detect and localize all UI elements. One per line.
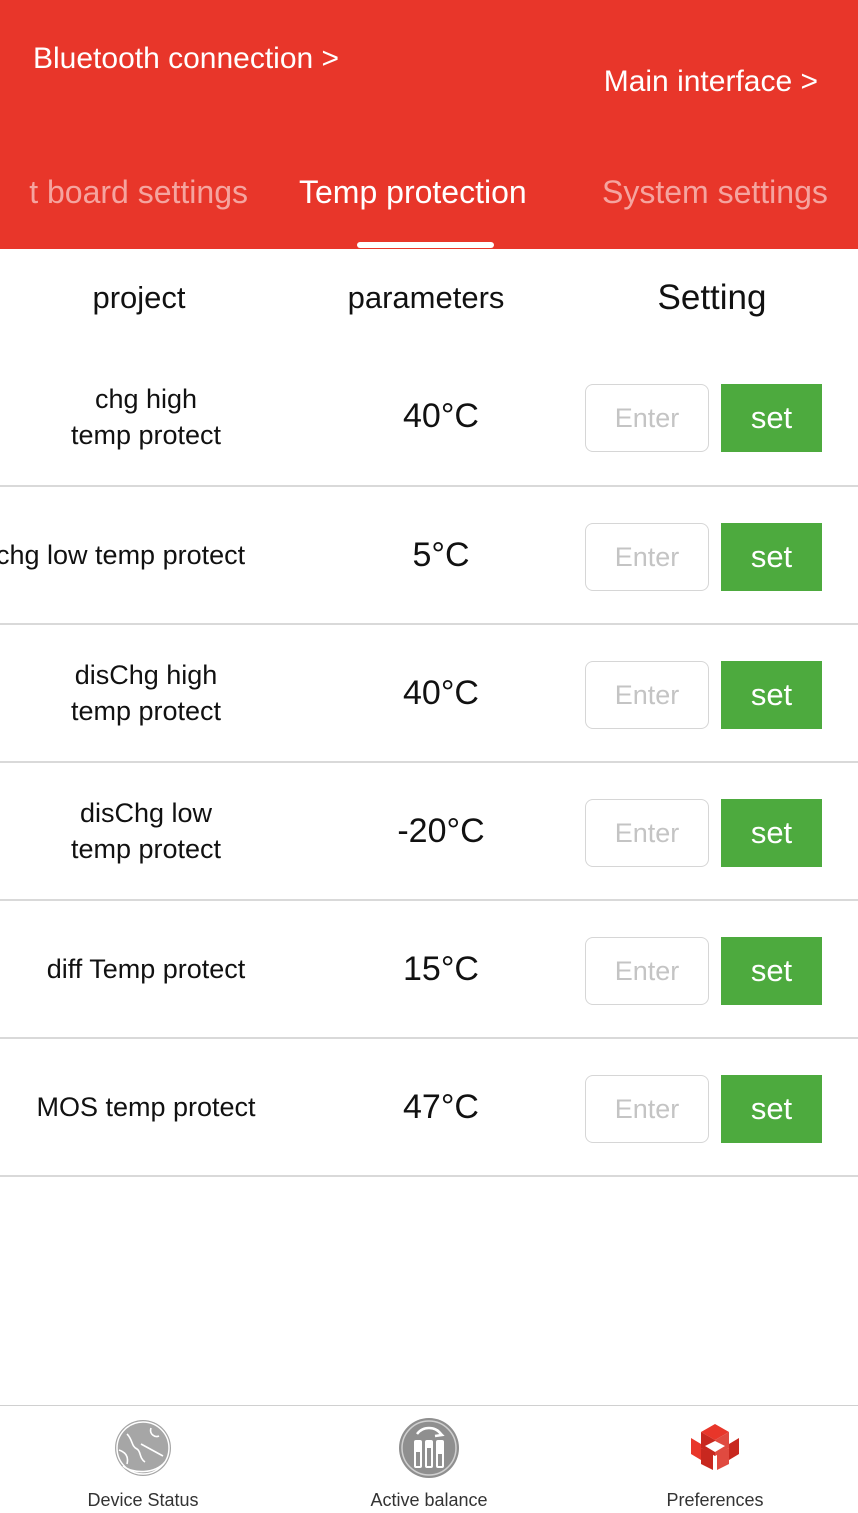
row-value: 40°C [403, 397, 479, 435]
row-label: MOS temp protect [36, 1092, 256, 1122]
active-tab-indicator [357, 242, 494, 248]
nav-label-device-status: Device Status [87, 1490, 199, 1510]
tab-bar: t board settings Temp protection System … [0, 168, 858, 249]
row-label: disChg low temp protect [70, 798, 222, 864]
row-value: -20°C [397, 811, 485, 850]
nav-label-active-balance: Active balance [370, 1490, 488, 1510]
nav-preferences[interactable]: Preferences [572, 1406, 858, 1513]
nav-active-balance[interactable]: Active balance [286, 1406, 572, 1513]
table-row: diff Temp protect 15°C set [0, 901, 858, 1039]
battery-balance-icon [399, 1418, 459, 1478]
column-header-project: project [92, 280, 186, 315]
tab-system-settings[interactable]: System settings [602, 174, 828, 211]
nav-device-status[interactable]: Device Status [0, 1406, 286, 1513]
set-button[interactable]: set [721, 799, 822, 867]
cube-icon [691, 1424, 739, 1470]
bluetooth-connection-link[interactable]: Bluetooth connection > [33, 42, 339, 76]
value-input[interactable] [585, 523, 709, 591]
column-header-parameters: parameters [347, 280, 505, 315]
tab-board-settings[interactable]: t board settings [29, 174, 248, 211]
table-row: disChg high temp protect 40°C set [0, 625, 858, 763]
table-row: disChg low temp protect -20°C set [0, 763, 858, 901]
value-input[interactable] [585, 799, 709, 867]
row-value: 5°C [412, 535, 470, 574]
row-label: diff Temp protect [46, 954, 246, 984]
row-label: chg low temp protect [0, 540, 246, 570]
row-label: chg high temp protect [70, 383, 222, 450]
row-value: 40°C [403, 673, 479, 712]
set-button[interactable]: set [721, 523, 822, 591]
set-button[interactable]: set [721, 1075, 822, 1143]
column-header-setting: Setting [657, 278, 767, 317]
value-input[interactable] [585, 1075, 709, 1143]
table-row: MOS temp protect 47°C set [0, 1039, 858, 1177]
set-button[interactable]: set [721, 384, 822, 452]
row-value: 47°C [403, 1087, 479, 1126]
set-button[interactable]: set [721, 661, 822, 729]
globe-icon [115, 1420, 171, 1476]
row-label: disChg high temp protect [70, 660, 222, 726]
value-input[interactable] [585, 661, 709, 729]
value-input[interactable] [585, 937, 709, 1005]
bottom-navigation: Device Status Active balance Preferences [0, 1405, 858, 1512]
table-row: chg high temp protect 40°C set [0, 348, 858, 487]
value-input[interactable] [585, 384, 709, 452]
header-bar: Bluetooth connection > Main interface > … [0, 0, 858, 249]
main-interface-link[interactable]: Main interface > [604, 65, 818, 99]
nav-label-preferences: Preferences [666, 1490, 764, 1510]
row-value: 15°C [403, 949, 479, 988]
table-row: chg low temp protect 5°C set [0, 487, 858, 625]
protection-table: chg high temp protect 40°C set chg low t… [0, 348, 858, 1177]
set-button[interactable]: set [721, 937, 822, 1005]
tab-temp-protection[interactable]: Temp protection [299, 174, 527, 211]
